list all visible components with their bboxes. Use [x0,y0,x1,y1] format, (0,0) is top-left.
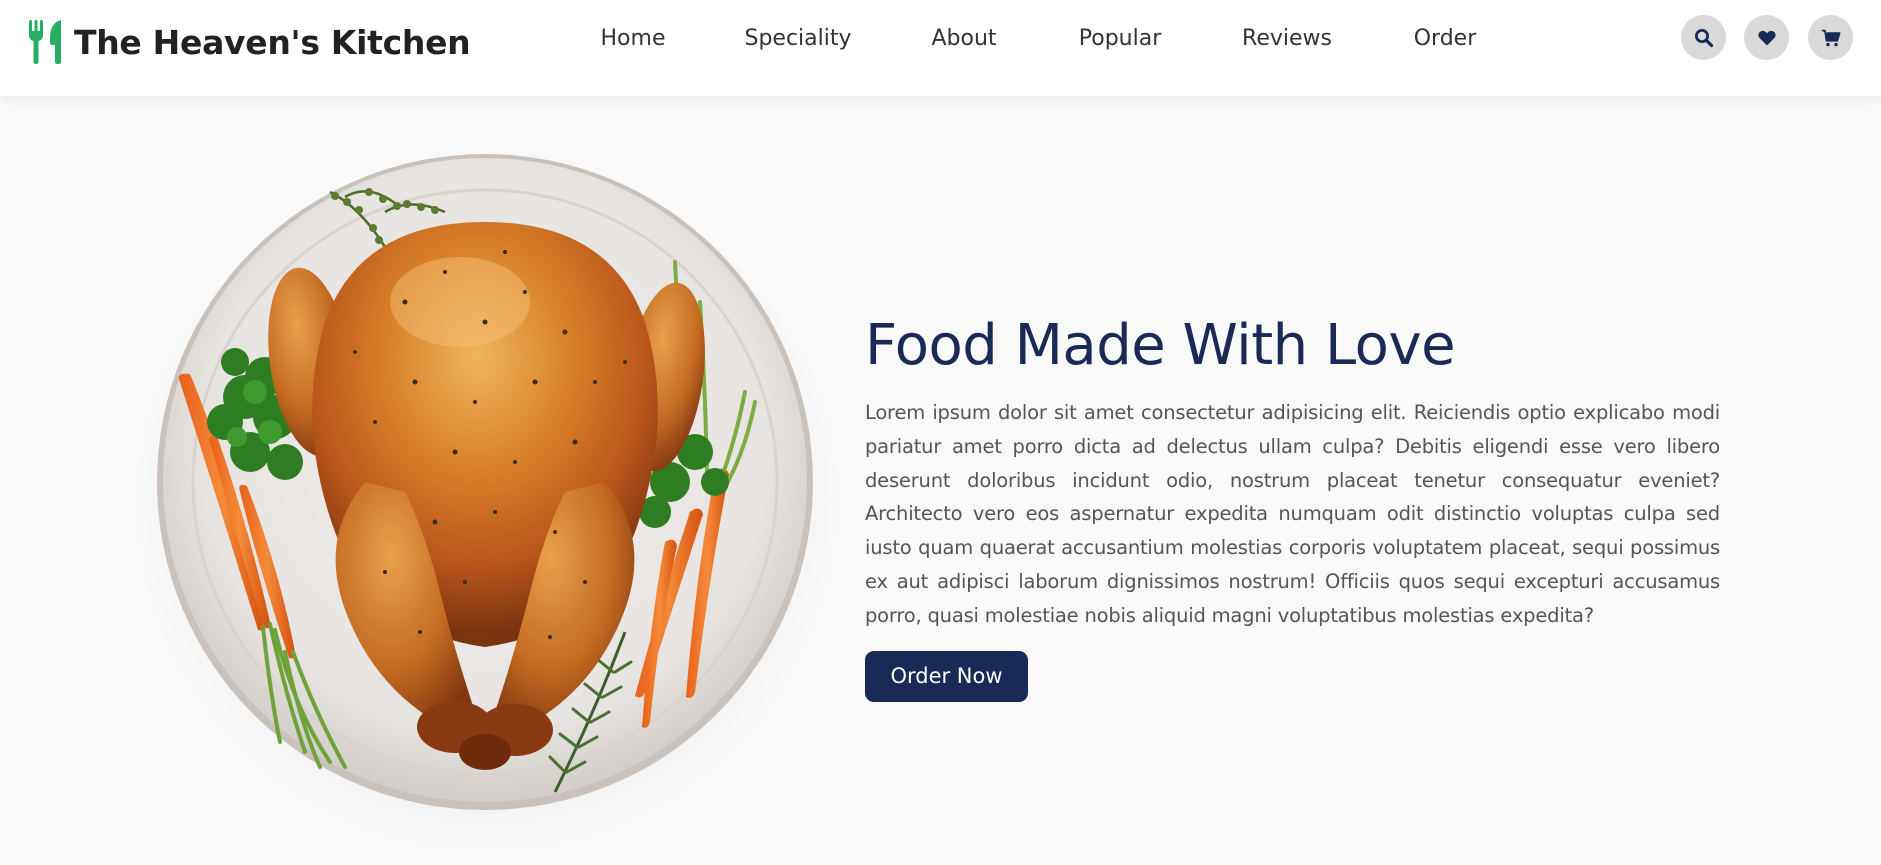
shopping-cart-icon [1821,29,1840,46]
main-nav: Home Speciality About Popular Reviews Or… [560,26,1510,60]
search-button[interactable] [1681,15,1726,60]
cart-button[interactable] [1808,15,1853,60]
brand-name: The Heaven's Kitchen [74,22,471,62]
favorites-button[interactable] [1744,15,1789,60]
nav-order[interactable]: Order [1414,26,1477,51]
nav-reviews[interactable]: Reviews [1242,26,1332,51]
order-now-button[interactable]: Order Now [865,650,1028,702]
nav-popular[interactable]: Popular [1079,26,1162,51]
hero-content: Food Made With Love Lorem ipsum dolor si… [865,310,1720,702]
brand-logo[interactable]: The Heaven's Kitchen [28,20,471,64]
site-header: The Heaven's Kitchen Home Speciality Abo… [0,0,1881,96]
utensils-icon [29,20,61,64]
nav-speciality[interactable]: Speciality [744,26,851,51]
hero-description: Lorem ipsum dolor sit amet consectetur a… [865,401,1720,627]
roast-chicken-image [157,154,813,810]
nav-about[interactable]: About [931,26,996,51]
hero-title: Food Made With Love [865,313,1456,378]
search-icon [1694,28,1713,47]
nav-home[interactable]: Home [601,26,666,51]
heart-icon [1757,30,1776,45]
